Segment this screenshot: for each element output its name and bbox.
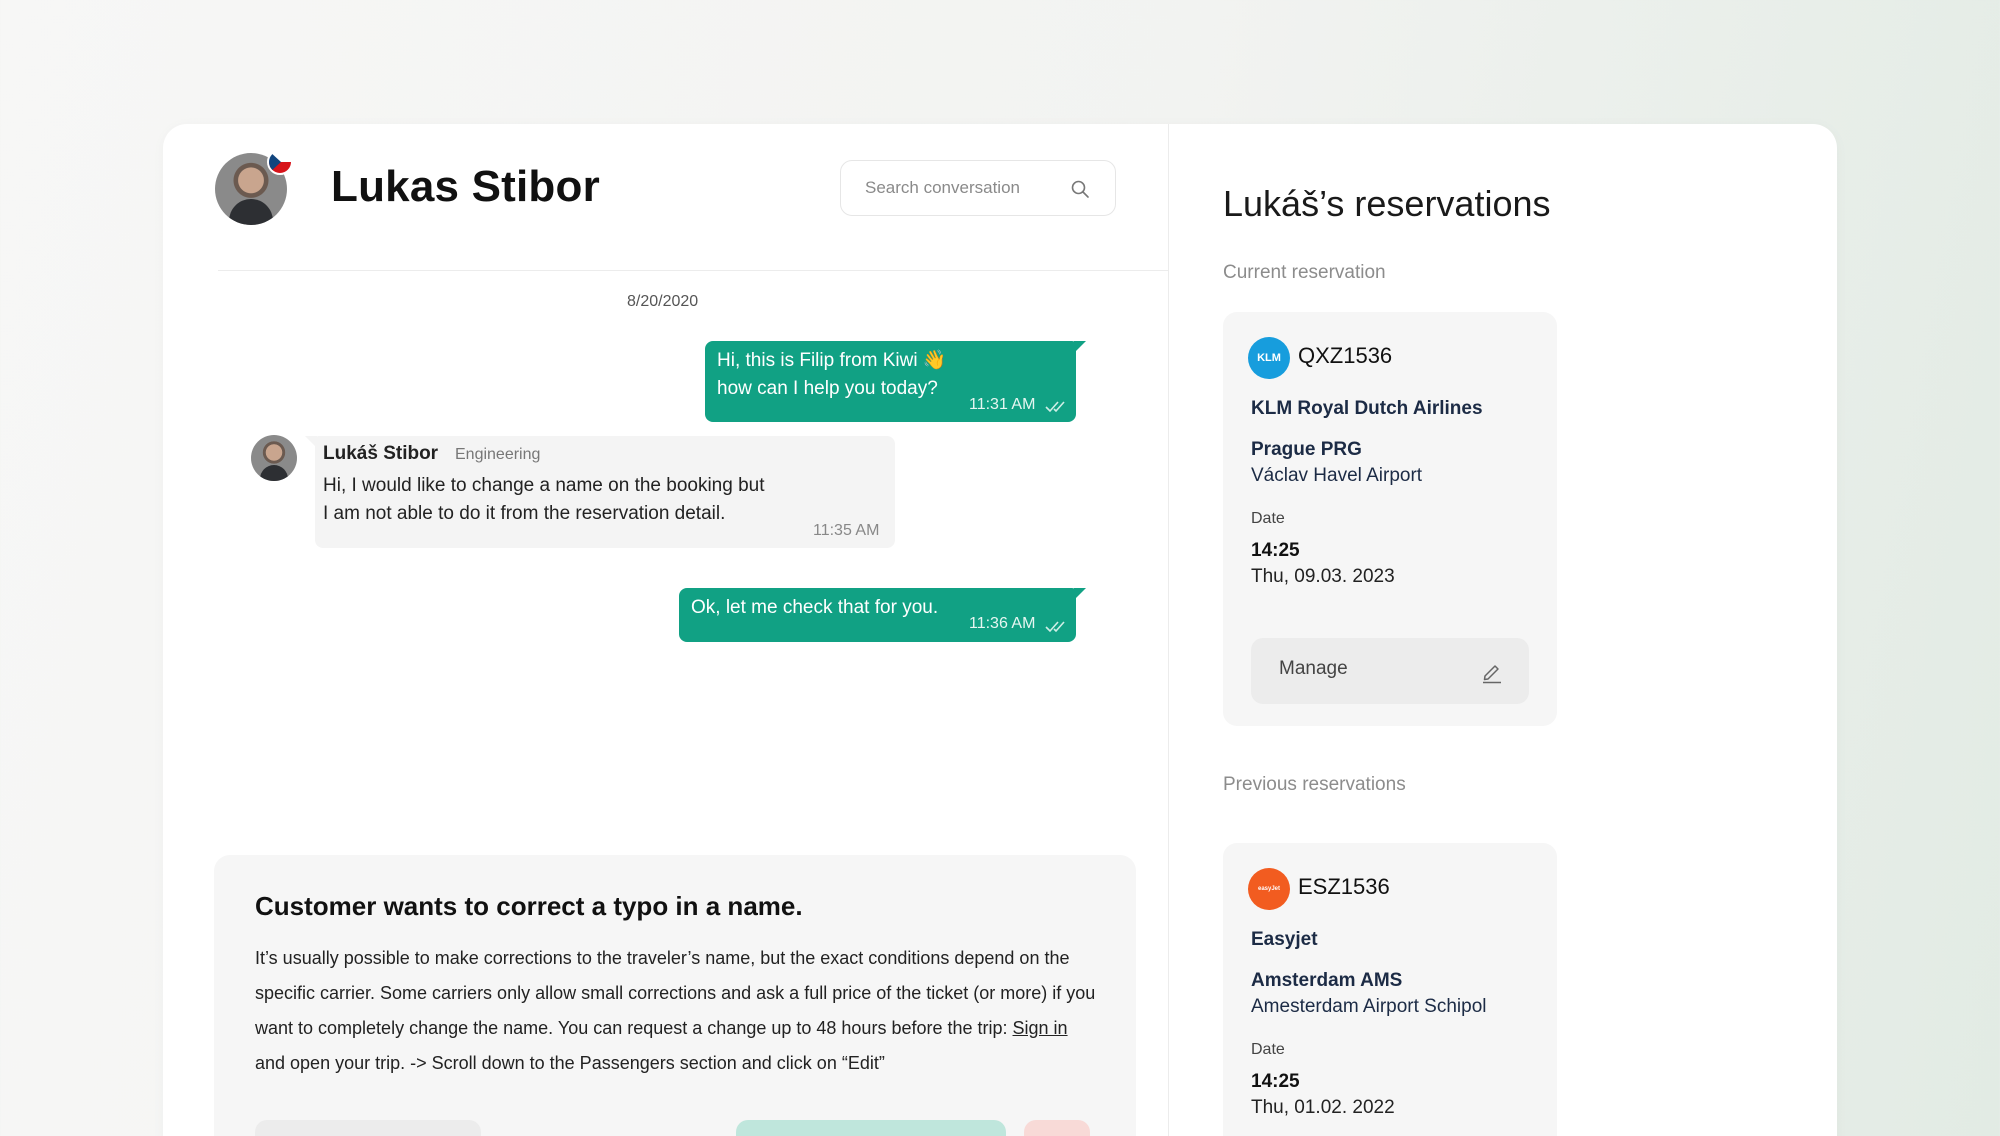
message-line: Hi, this is Filip from Kiwi 👋 [717,350,947,371]
current-reservation-label: Current reservation [1223,262,1386,283]
suggestion-panel: Customer wants to correct a typo in a na… [214,855,1136,1136]
double-check-icon [1045,621,1065,633]
secondary-action-button[interactable] [255,1120,481,1136]
suggestion-text: and open your trip. -> Scroll down to th… [255,1053,885,1073]
previous-reservation-card[interactable]: easyJet ESZ1536 Easyjet Amsterdam AMS Am… [1223,843,1557,1136]
sender-avatar[interactable] [251,435,297,481]
previous-reservations-label: Previous reservations [1223,774,1406,795]
message-time: 11:35 AM [813,522,880,539]
departure-date: Thu, 01.02. 2022 [1251,1097,1395,1118]
outgoing-message[interactable]: Ok, let me check that for you. 11:36 AM [679,588,1086,642]
suggestion-title: Customer wants to correct a typo in a na… [255,891,803,921]
departure-city: Prague PRG [1251,439,1362,460]
departure-city: Amsterdam AMS [1251,970,1403,991]
departure-date: Thu, 09.03. 2023 [1251,566,1395,587]
message-text: Hi, this is Filip from Kiwi 👋 how can I … [717,347,947,403]
date-label: Date [1251,510,1285,527]
edit-icon [1483,665,1501,684]
sender-department: Engineering [455,446,541,463]
booking-code: ESZ1536 [1298,874,1390,899]
header-divider [218,270,1168,271]
contact-name: Lukas Stibor [331,162,600,211]
current-reservation-card[interactable]: KLM QXZ1536 KLM Royal Dutch Airlines Pra… [1223,312,1557,726]
easyjet-logo-icon: easyJet [1248,868,1290,910]
airline-name: Easyjet [1251,929,1318,950]
departure-time: 14:25 [1251,1071,1300,1092]
sender-name: Lukáš Stibor [323,443,439,464]
sign-in-link[interactable]: Sign in [1013,1018,1068,1038]
airline-name: KLM Royal Dutch Airlines [1251,398,1483,419]
klm-logo-icon: KLM [1248,337,1290,379]
message-line: I am not able to do it from the reservat… [323,503,726,524]
outgoing-message[interactable]: Hi, this is Filip from Kiwi 👋 how can I … [705,341,1086,422]
manage-label: Manage [1279,658,1348,679]
manage-button[interactable]: Manage [1251,638,1529,704]
message-time: 11:36 AM [969,615,1036,632]
message-text: Ok, let me check that for you. [691,597,939,618]
message-line: how can I help you today? [717,378,938,399]
panel-divider [1168,124,1169,1136]
booking-code: QXZ1536 [1298,343,1393,368]
departure-time: 14:25 [1251,540,1300,561]
reservations-title: Lukáš’s reservations [1223,183,1551,224]
double-check-icon [1045,401,1065,413]
czech-flag-icon [267,149,293,175]
message-time: 11:31 AM [969,396,1036,413]
date-separator: 8/20/2020 [627,293,699,310]
search-box[interactable] [840,160,1116,216]
primary-action-button[interactable] [736,1120,1006,1136]
departure-airport: Václav Havel Airport [1251,465,1423,486]
incoming-message[interactable]: Lukáš Stibor Engineering Hi, I would lik… [305,436,895,548]
message-text: Hi, I would like to change a name on the… [323,472,765,528]
suggestion-body: It’s usually possible to make correction… [255,941,1100,1081]
suggestion-text: It’s usually possible to make correction… [255,948,1096,1038]
date-label: Date [1251,1041,1285,1058]
search-input[interactable] [865,175,1065,201]
departure-airport: Amesterdam Airport Schipol [1251,996,1487,1017]
message-line: Hi, I would like to change a name on the… [323,475,765,496]
search-icon[interactable] [1070,179,1090,199]
dismiss-button[interactable] [1024,1120,1090,1136]
